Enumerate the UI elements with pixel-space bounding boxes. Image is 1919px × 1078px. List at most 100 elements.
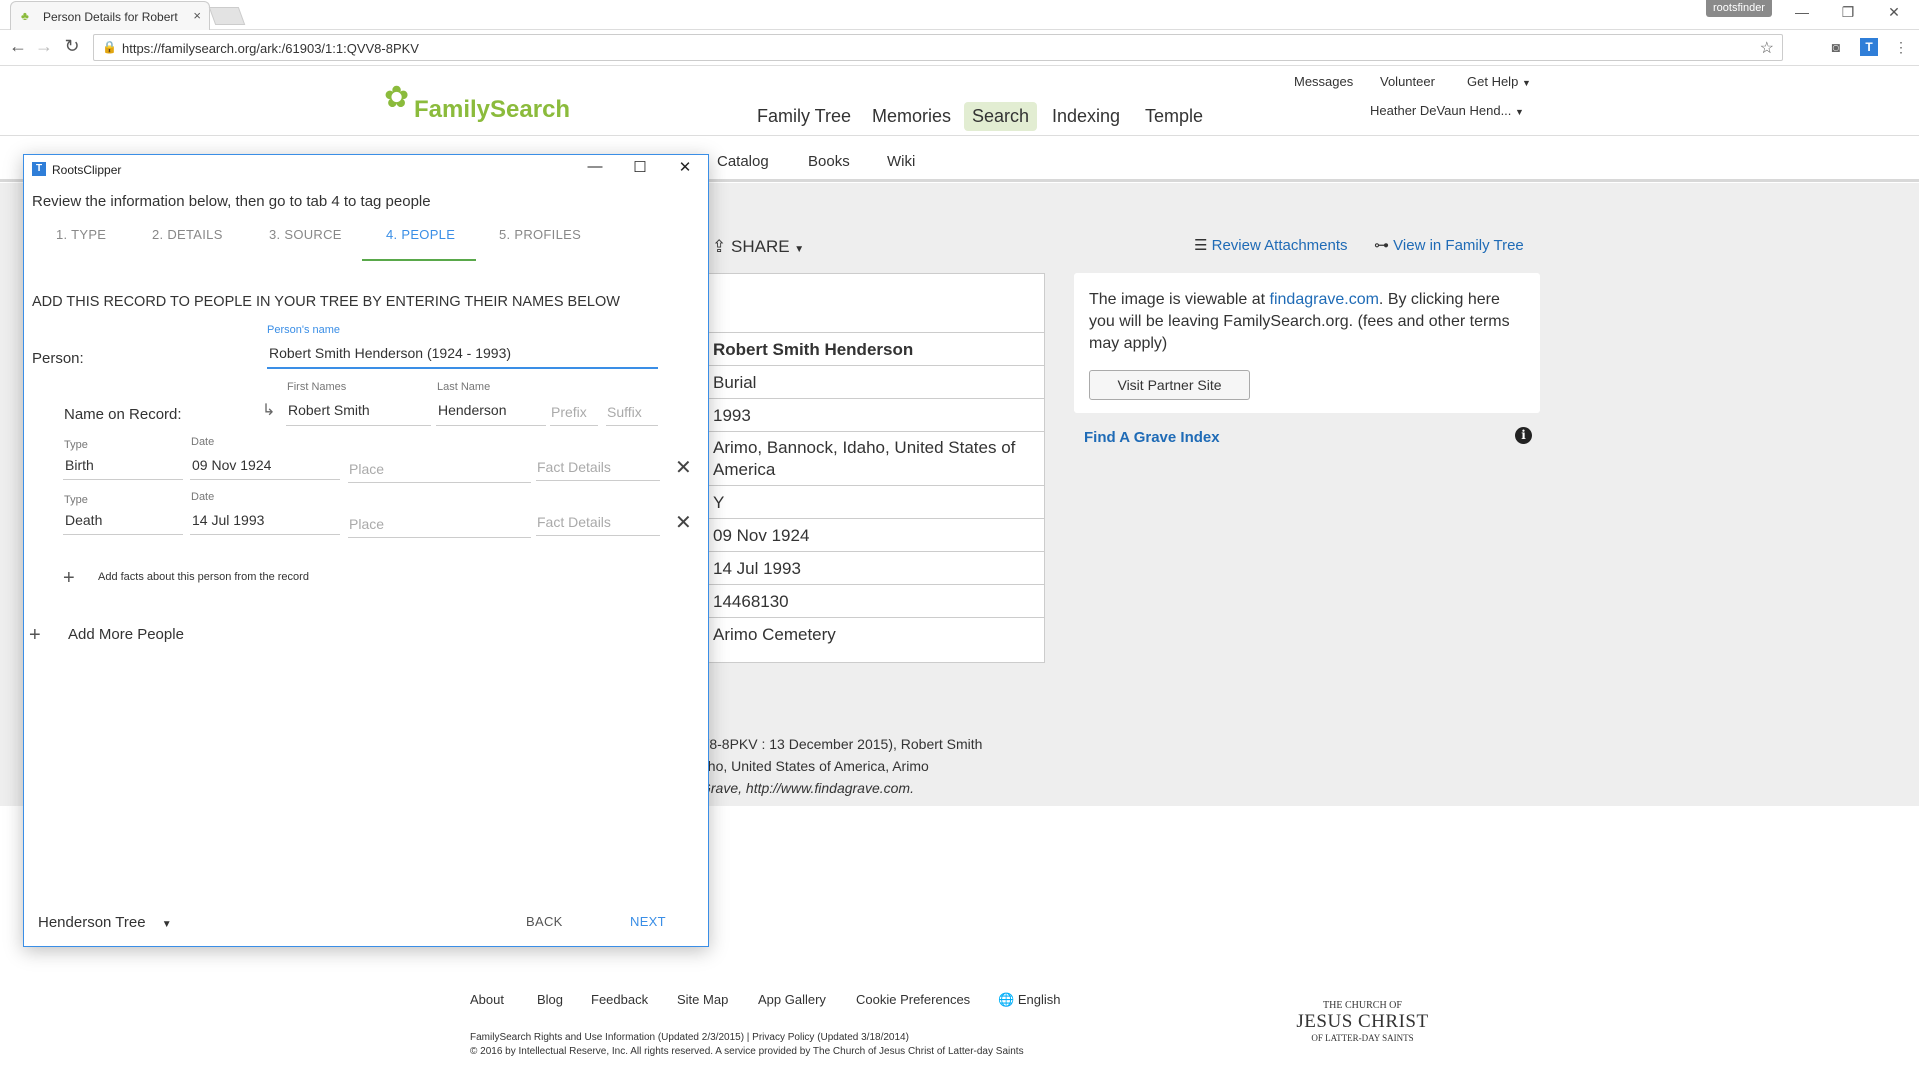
add-facts-plus-icon[interactable]: +	[63, 567, 75, 590]
browser-tab[interactable]: ♣ Person Details for Robert ×	[10, 1, 210, 30]
url-text[interactable]: https://familysearch.org/ark:/61903/1:1:…	[122, 41, 419, 56]
dialog-minimize-icon[interactable]: —	[580, 158, 610, 175]
get-help-label: Get Help	[1467, 74, 1519, 89]
add-people-plus-icon[interactable]: +	[29, 624, 41, 647]
nav-memories[interactable]: Memories	[864, 102, 959, 131]
find-a-grave-index-link[interactable]: Find A Grave Index	[1084, 429, 1220, 446]
user-menu[interactable]: Heather DeVaun Hend... ▼	[1370, 103, 1524, 118]
fact-type-label: Type	[64, 494, 88, 506]
footer-about[interactable]: About	[470, 992, 504, 1007]
forward-arrow-icon[interactable]: →	[32, 36, 56, 57]
tab-people[interactable]: 4. PEOPLE	[386, 227, 455, 242]
back-arrow-icon[interactable]: ←	[6, 36, 30, 57]
tab-close-icon[interactable]: ×	[193, 8, 201, 23]
rootsclipper-app-icon: T	[32, 162, 46, 176]
reload-icon[interactable]: ↻	[60, 36, 84, 57]
fact-type-underline	[63, 534, 183, 535]
window-close-icon[interactable]: ✕	[1879, 4, 1909, 21]
bookmark-star-icon[interactable]: ☆	[1760, 38, 1774, 58]
dialog-maximize-icon[interactable]: ☐	[625, 158, 655, 176]
last-name-label: Last Name	[437, 381, 491, 393]
last-name-input[interactable]: Henderson	[438, 402, 507, 418]
camera-extension-icon[interactable]: ◙	[1827, 38, 1845, 56]
fact-date-input[interactable]: 09 Nov 1924	[192, 457, 271, 473]
volunteer-link[interactable]: Volunteer	[1380, 74, 1435, 89]
remove-fact-icon[interactable]: ✕	[675, 455, 692, 480]
fact-details-input[interactable]: Fact Details	[537, 514, 611, 530]
citation-line: h	[700, 711, 1100, 733]
view-in-family-tree-link[interactable]: ⊶ View in Family Tree	[1374, 236, 1524, 254]
language-selector[interactable]: 🌐 English	[998, 992, 1060, 1008]
footer-app-gallery[interactable]: App Gallery	[758, 992, 826, 1007]
record-event-type: Burial	[701, 365, 1044, 400]
partner-image-card: The image is viewable at findagrave.com.…	[1074, 273, 1540, 413]
suffix-input[interactable]: Suffix	[607, 404, 642, 420]
fact-type-select[interactable]: Death	[65, 512, 102, 528]
name-on-record-label: Name on Record:	[64, 406, 182, 423]
nav-temple[interactable]: Temple	[1137, 102, 1211, 131]
footer-site-map[interactable]: Site Map	[677, 992, 728, 1007]
prefix-input[interactable]: Prefix	[551, 404, 587, 420]
globe-icon: 🌐	[998, 992, 1015, 1007]
fact-type-select[interactable]: Birth	[65, 457, 94, 473]
person-label: Person:	[32, 350, 84, 367]
nav-indexing[interactable]: Indexing	[1044, 102, 1128, 131]
back-button[interactable]: BACK	[526, 914, 563, 929]
tree-selector[interactable]: Henderson Tree ▼	[38, 914, 172, 931]
restore-icon[interactable]: ❐	[1833, 4, 1863, 21]
footer-blog[interactable]: Blog	[537, 992, 563, 1007]
rights-info-line[interactable]: FamilySearch Rights and Use Information …	[470, 1032, 909, 1043]
add-more-people-link[interactable]: Add More People	[68, 626, 184, 643]
tree-selector-label: Henderson Tree	[38, 914, 146, 931]
menu-kebab-icon[interactable]: ⋮	[1892, 38, 1910, 56]
tab-source[interactable]: 3. SOURCE	[269, 227, 342, 242]
subnav-wiki[interactable]: Wiki	[887, 153, 915, 170]
remove-fact-icon[interactable]: ✕	[675, 510, 692, 535]
fact-place-input[interactable]: Place	[349, 461, 384, 477]
profile-chip[interactable]: rootsfinder	[1706, 0, 1772, 17]
info-icon[interactable]: i	[1515, 427, 1532, 444]
tab-profiles[interactable]: 5. PROFILES	[499, 227, 581, 242]
footer-feedback[interactable]: Feedback	[591, 992, 648, 1007]
subnav-catalog[interactable]: Catalog	[717, 153, 769, 170]
nav-search[interactable]: Search	[964, 102, 1038, 131]
fact-place-underline	[348, 537, 531, 538]
dialog-instructions: Review the information below, then go to…	[32, 193, 431, 210]
rootsclipper-extension-icon[interactable]: T	[1860, 38, 1878, 56]
dialog-close-icon[interactable]: ✕	[670, 158, 700, 176]
familysearch-favicon-icon: ♣	[21, 9, 29, 23]
tab-details[interactable]: 2. DETAILS	[152, 227, 223, 242]
persons-name-label: Person's name	[267, 324, 341, 336]
review-attachments-link[interactable]: ☰ Review Attachments	[1194, 236, 1348, 254]
first-names-input[interactable]: Robert Smith	[288, 402, 370, 418]
next-button[interactable]: NEXT	[630, 914, 666, 929]
record-memorial-id: 14468130	[701, 584, 1044, 619]
fact-place-input[interactable]: Place	[349, 516, 384, 532]
visit-partner-site-button[interactable]: Visit Partner Site	[1089, 370, 1250, 400]
new-tab-button[interactable]	[208, 7, 246, 25]
record-event-year: 1993	[701, 398, 1044, 433]
messages-link[interactable]: Messages	[1294, 74, 1353, 89]
nav-family-tree[interactable]: Family Tree	[749, 102, 859, 131]
share-button[interactable]: ⇪ SHARE ▼	[712, 237, 804, 257]
address-bar[interactable]: 🔒 https://familysearch.org/ark:/61903/1:…	[93, 34, 1783, 61]
record-details-table: Robert Smith Henderson Burial 1993 Arimo…	[700, 273, 1045, 663]
church-logo-line3: OF LATTER-DAY SAINTS	[1311, 1033, 1414, 1043]
tab-type[interactable]: 1. TYPE	[56, 227, 106, 242]
fact-date-input[interactable]: 14 Jul 1993	[192, 512, 264, 528]
brand-name: FamilySearch	[414, 96, 571, 123]
tab-title: Person Details for Robert	[43, 10, 178, 24]
fact-place-underline	[348, 482, 531, 483]
church-logo[interactable]: THE CHURCH OF JESUS CHRIST OF LATTER-DAY…	[1290, 1000, 1435, 1043]
church-logo-line2: JESUS CHRIST	[1296, 1011, 1429, 1032]
persons-name-input[interactable]: Robert Smith Henderson (1924 - 1993)	[269, 345, 511, 361]
subnav-books[interactable]: Books	[808, 153, 850, 170]
footer-cookie-preferences[interactable]: Cookie Preferences	[856, 992, 970, 1007]
get-help-link[interactable]: Get Help ▼	[1467, 74, 1531, 89]
fact-details-input[interactable]: Fact Details	[537, 459, 611, 475]
prefix-underline	[550, 425, 598, 426]
citation-text: h V8-8PKV : 13 December 2015), Robert Sm…	[700, 711, 1100, 799]
minimize-icon[interactable]: —	[1787, 4, 1817, 20]
findagrave-link[interactable]: findagrave.com	[1270, 291, 1379, 308]
add-facts-link[interactable]: Add facts about this person from the rec…	[98, 571, 309, 583]
